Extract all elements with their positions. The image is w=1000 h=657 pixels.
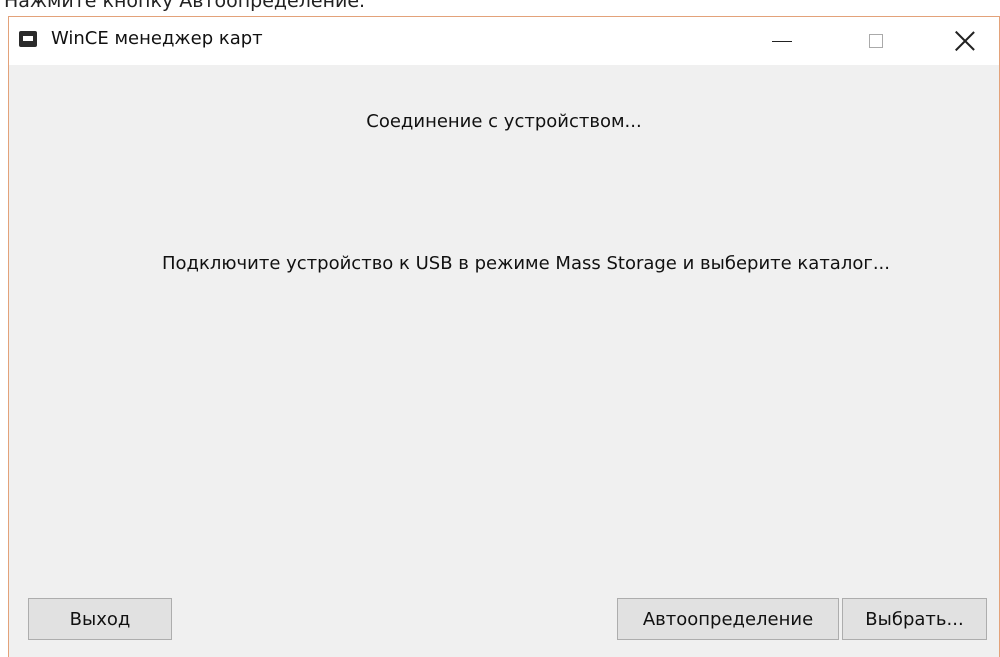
- close-button[interactable]: [936, 17, 994, 65]
- page-caption: Нажмите кнопку Автоопределение.: [4, 0, 366, 12]
- exit-button[interactable]: Выход: [28, 598, 172, 640]
- select-button[interactable]: Выбрать...: [842, 598, 987, 640]
- connection-status-text: Соединение с устройством...: [366, 111, 642, 132]
- autodetect-button[interactable]: Автоопределение: [617, 598, 839, 640]
- app-icon: [19, 31, 37, 47]
- window-title: WinCE менеджер карт: [51, 28, 263, 49]
- instruction-text: Подключите устройство к USB в режиме Mas…: [162, 253, 890, 274]
- maximize-button: [847, 17, 905, 65]
- maximize-icon: [869, 34, 883, 48]
- wince-map-manager-window: WinCE менеджер карт Соединение с устройс…: [8, 16, 1000, 657]
- close-icon: [954, 30, 976, 52]
- minimize-icon: [772, 40, 792, 42]
- title-bar[interactable]: WinCE менеджер карт: [9, 17, 999, 65]
- minimize-button[interactable]: [753, 17, 811, 65]
